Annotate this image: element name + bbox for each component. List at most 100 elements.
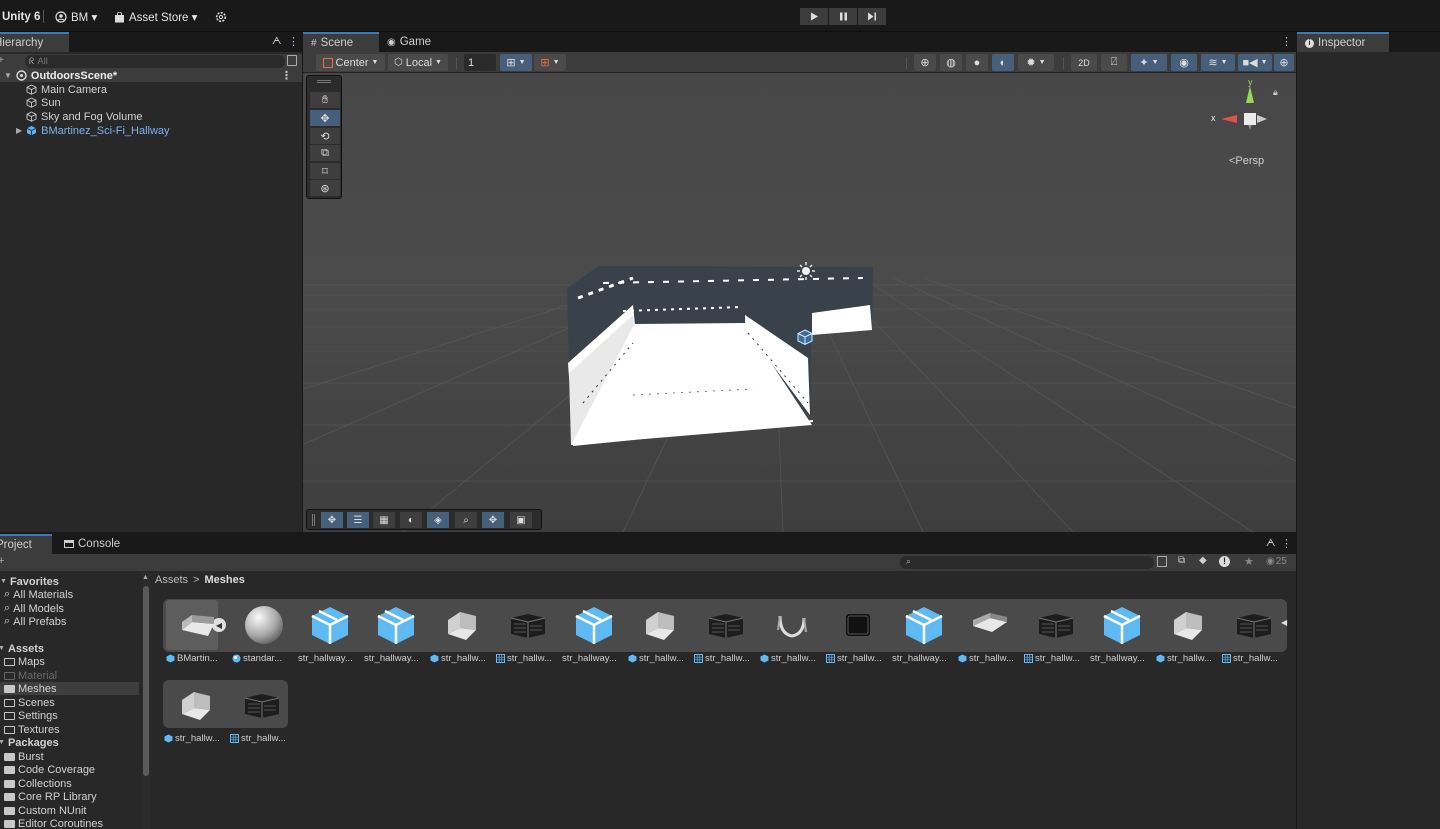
folder-tree-scrollbar[interactable] xyxy=(142,572,150,829)
play-button[interactable] xyxy=(800,8,828,25)
favorite-all-prefabs[interactable]: ⌕ All Prefabs xyxy=(4,615,66,628)
kebab-menu-icon[interactable]: ⋮ xyxy=(288,35,299,48)
asset-item-hallway-model[interactable]: str_hallw... xyxy=(760,600,824,668)
asset-item-hallway-model[interactable]: str_hallw... xyxy=(628,600,692,668)
overlay-search-button[interactable]: ⌕ xyxy=(455,512,477,528)
pause-button[interactable] xyxy=(829,8,857,25)
asset-item-hallway-mesh[interactable]: str_hallw... xyxy=(1222,600,1286,668)
hierarchy-item-prefab[interactable]: ▶ BMartinez_Sci-Fi_Hallway xyxy=(16,124,170,137)
perspective-toggle-label[interactable]: <Persp xyxy=(1229,155,1264,167)
scale-tool-button[interactable]: ⧉ xyxy=(310,145,340,161)
orientation-gizmo[interactable]: y x xyxy=(1209,77,1269,139)
kebab-menu-icon[interactable]: ⋮ xyxy=(1281,537,1292,550)
rotate-tool-button[interactable]: ⟲ xyxy=(310,128,340,144)
asset-item-hallway-prefab[interactable]: str_hallway... xyxy=(364,600,428,668)
search-by-type-icon[interactable]: ⧉ xyxy=(1178,555,1185,566)
label-tag-icon[interactable]: ◆ xyxy=(1199,555,1207,566)
package-core-rp-library[interactable]: Core RP Library xyxy=(4,790,97,803)
packages-header[interactable]: ▼ Packages xyxy=(0,736,59,749)
cloud-settings-button[interactable] xyxy=(215,9,227,25)
overlay-pivot-button[interactable]: ✥ xyxy=(482,512,504,528)
tab-hierarchy[interactable]: Hierarchy xyxy=(0,32,69,52)
overlay-layers-button[interactable]: ◈ xyxy=(427,512,449,528)
lighting-toggle-button[interactable]: ⍁ xyxy=(1101,54,1127,71)
hierarchy-item-sun[interactable]: Sun xyxy=(26,96,61,109)
tab-inspector[interactable]: i Inspector xyxy=(1297,32,1389,52)
collapse-arrow-icon[interactable]: ▶ xyxy=(16,126,22,135)
2d-toggle-button[interactable]: 2D xyxy=(1071,54,1097,71)
scene-viewport[interactable]: y x 🔒︎ <Persp xyxy=(303,73,1296,532)
kebab-menu-icon[interactable]: ⋮ xyxy=(1281,35,1292,48)
asset-item-bmartinez-prefab[interactable]: BMartin... xyxy=(166,600,230,668)
step-button[interactable] xyxy=(858,8,886,25)
rect-tool-button[interactable]: ⌑ xyxy=(310,163,340,179)
expand-arrow-icon[interactable]: ▼ xyxy=(0,578,7,585)
expand-arrow-icon[interactable]: ▼ xyxy=(4,71,12,80)
hierarchy-search-input[interactable]: ᖇ All xyxy=(25,55,285,68)
hierarchy-item-main-camera[interactable]: Main Camera xyxy=(26,83,107,96)
asset-item-hallway-prefab[interactable]: str_hallway... xyxy=(892,600,956,668)
project-search-input[interactable]: ⌕ xyxy=(900,556,1154,569)
asset-item-hallway-prefab[interactable]: str_hallway... xyxy=(298,600,362,668)
grid-visibility-toggle[interactable]: ⊞ ▼ xyxy=(500,54,532,71)
asset-item-hallway-mesh[interactable]: str_hallw... xyxy=(496,600,560,668)
grid-snap-input[interactable]: 1 xyxy=(464,54,496,71)
plus-icon[interactable]: + xyxy=(0,555,4,567)
folder-scenes[interactable]: Scenes xyxy=(4,696,55,709)
drag-handle-icon[interactable] xyxy=(312,514,315,526)
audio-effects-dropdown[interactable]: ✦ ▼ xyxy=(1131,54,1167,71)
asset-item-hallway-model[interactable]: str_hallw... xyxy=(958,600,1022,668)
wireframe-shading-button[interactable]: ⊕ xyxy=(914,54,936,71)
asset-item-hallway-model[interactable]: str_hallw... xyxy=(1156,600,1220,668)
expand-arrow-icon[interactable]: ▼ xyxy=(0,645,5,652)
search-options-icon[interactable] xyxy=(287,55,297,66)
hand-tool-button[interactable]: ✋︎ xyxy=(310,92,340,108)
lock-icon[interactable]: ᗅ xyxy=(272,36,281,47)
debug-draw-mode-dropdown[interactable]: ✹ ▼ xyxy=(1018,54,1054,71)
overlay-lighting-button[interactable]: ◐ xyxy=(400,512,422,528)
package-editor-coroutines[interactable]: Editor Coroutines xyxy=(4,817,103,829)
pivot-space-dropdown[interactable]: ⬡ Local ▼ xyxy=(388,54,448,71)
warning-icon[interactable]: ! xyxy=(1219,556,1230,567)
package-code-coverage[interactable]: Code Coverage xyxy=(4,763,95,776)
asset-item-hallway-mesh[interactable]: str_hallw... xyxy=(1024,600,1088,668)
tab-scene[interactable]: # Scene xyxy=(303,32,379,52)
lock-view-icon[interactable]: 🔒︎ xyxy=(1273,87,1278,98)
folder-settings[interactable]: Settings xyxy=(4,709,58,722)
pivot-center-dropdown[interactable]: Center ▼ xyxy=(316,54,385,71)
scrollbar-thumb[interactable] xyxy=(143,586,149,776)
folder-meshes[interactable]: Meshes xyxy=(0,682,139,695)
scene-menu-icon[interactable]: ⋮ xyxy=(281,69,292,82)
package-collections[interactable]: Collections xyxy=(4,777,72,790)
favorites-header[interactable]: ▼ Favorites xyxy=(0,575,59,588)
visibility-toggle-button[interactable]: ◉ xyxy=(1171,54,1197,71)
camera-settings-dropdown[interactable]: ■◀ ▼ xyxy=(1238,54,1272,71)
asset-item-hallway-mesh[interactable]: str_hallw... xyxy=(826,600,890,668)
asset-item-hallway-model[interactable]: str_hallw... xyxy=(164,680,228,748)
tab-game[interactable]: ◉ Game xyxy=(379,32,439,52)
asset-item-hallway-prefab[interactable]: str_hallway... xyxy=(1090,600,1154,668)
folder-maps[interactable]: Maps xyxy=(4,655,45,668)
package-custom-nunit[interactable]: Custom NUnit xyxy=(4,804,86,817)
folder-textures[interactable]: Textures xyxy=(4,723,60,736)
asset-store-dropdown[interactable]: Asset Store ▾ xyxy=(114,9,197,25)
asset-item-hallway-mesh[interactable]: str_hallw... xyxy=(230,680,294,748)
hidden-packages-toggle[interactable]: ◉ 25 xyxy=(1266,556,1287,567)
asset-item-hallway-prefab[interactable]: str_hallway... xyxy=(562,600,626,668)
breadcrumb-assets[interactable]: Assets xyxy=(155,574,188,586)
package-burst[interactable]: Burst xyxy=(4,750,44,763)
scene-layers-dropdown[interactable]: ≋ ▼ xyxy=(1201,54,1235,71)
asset-item-hallway-mesh[interactable]: str_hallw... xyxy=(694,600,758,668)
favorite-all-models[interactable]: ⌕ All Models xyxy=(4,602,64,615)
shaded-wireframe-button[interactable]: ◍ xyxy=(940,54,962,71)
gizmos-dropdown[interactable]: ⊕ xyxy=(1274,54,1294,71)
overlay-move-button[interactable]: ✥ xyxy=(321,512,343,528)
scroll-up-icon[interactable]: ▲ xyxy=(142,574,149,581)
asset-item-hallway-model[interactable]: str_hallw... xyxy=(430,600,494,668)
transform-tool-button[interactable]: ⊛ xyxy=(310,180,340,196)
account-dropdown[interactable]: BM ▾ xyxy=(55,9,97,25)
search-options-icon[interactable] xyxy=(1157,556,1167,567)
favorite-all-materials[interactable]: ⌕ All Materials xyxy=(4,588,73,601)
overlay-align-button[interactable]: ☰ xyxy=(347,512,369,528)
hierarchy-item-sky-fog[interactable]: Sky and Fog Volume xyxy=(26,110,143,123)
